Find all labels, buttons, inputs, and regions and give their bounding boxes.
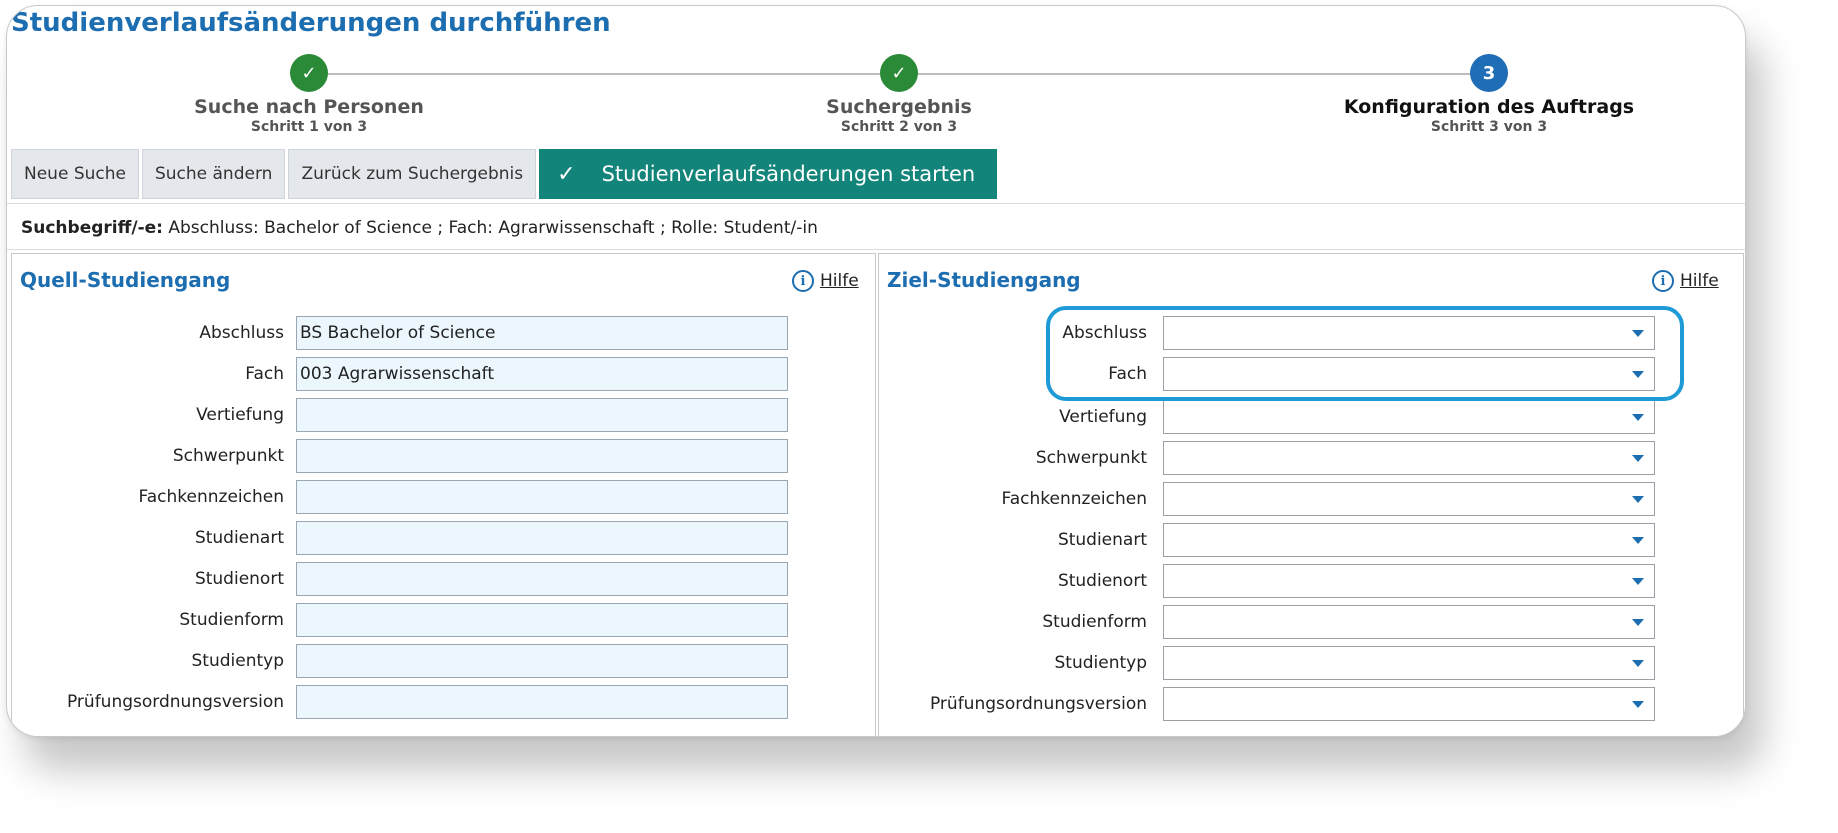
target-field-select[interactable] <box>1163 523 1655 557</box>
back-to-results-button[interactable]: Zurück zum Suchergebnis <box>288 149 537 199</box>
source-field-label: Studienform <box>179 610 284 630</box>
search-terms-text: Abschluss: Bachelor of Science ; Fach: A… <box>168 218 818 238</box>
source-field-label: Prüfungsordnungsversion <box>66 692 284 712</box>
change-search-button[interactable]: Suche ändern <box>141 149 286 199</box>
target-field-label: Studienart <box>1057 530 1147 550</box>
main-card: Studienverlaufsänderungen durchführen ✓ … <box>6 5 1746 737</box>
page-title: Studienverlaufsänderungen durchführen <box>11 8 611 38</box>
target-field-label: Schwerpunkt <box>1035 448 1147 468</box>
target-field-select[interactable] <box>1163 646 1655 680</box>
help-label: Hilfe <box>820 271 859 291</box>
step-2-label: Suchergebnis <box>826 96 972 118</box>
divider <box>7 203 1745 204</box>
source-field-value[interactable]: BS Bachelor of Science <box>296 316 788 350</box>
target-field-label: Studienform <box>1042 612 1147 632</box>
source-field-value[interactable]: 003 Agrarwissenschaft <box>296 357 788 391</box>
step-3: 3 Konfiguration des Auftrags Schritt 3 v… <box>1289 54 1689 135</box>
target-field-select[interactable] <box>1163 687 1655 721</box>
target-field-select[interactable] <box>1163 564 1655 598</box>
source-field-label: Abschluss <box>199 323 284 343</box>
source-field-label: Studienort <box>194 569 284 589</box>
source-field-label: Vertiefung <box>196 405 284 425</box>
help-label: Hilfe <box>1680 271 1719 291</box>
step-3-number: 3 <box>1470 54 1508 92</box>
target-field-label: Fach <box>1108 364 1147 384</box>
search-terms-label: Suchbegriff/-e: <box>21 218 163 238</box>
source-field-value[interactable] <box>296 685 788 719</box>
source-field-label: Fachkennzeichen <box>138 487 284 507</box>
chevron-down-icon <box>1632 660 1644 667</box>
step-1: ✓ Suche nach Personen Schritt 1 von 3 <box>109 54 509 135</box>
chevron-down-icon <box>1632 414 1644 421</box>
source-help-link[interactable]: i Hilfe <box>792 270 859 292</box>
source-field-value[interactable] <box>296 644 788 678</box>
chevron-down-icon <box>1632 619 1644 626</box>
target-field-label: Prüfungsordnungsversion <box>929 694 1147 714</box>
source-panel: Quell-Studiengang i Hilfe Abschluss BS Ba… <box>11 253 876 736</box>
step-1-sub: Schritt 1 von 3 <box>250 119 368 135</box>
source-field-value[interactable] <box>296 398 788 432</box>
source-field-label: Studientyp <box>191 651 285 671</box>
chevron-down-icon <box>1632 455 1644 462</box>
check-icon: ✓ <box>880 54 918 92</box>
source-field-value[interactable] <box>296 439 788 473</box>
source-field-label: Fach <box>245 364 284 384</box>
target-panel-title: Ziel-Studiengang <box>887 268 1081 292</box>
search-terms: Suchbegriff/-e: Abschluss: Bachelor of S… <box>21 218 818 238</box>
check-icon: ✓ <box>290 54 328 92</box>
source-field-value[interactable] <box>296 480 788 514</box>
chevron-down-icon <box>1632 578 1644 585</box>
step-3-sub: Schritt 3 von 3 <box>1430 119 1548 135</box>
info-icon: i <box>1652 270 1674 292</box>
source-panel-title: Quell-Studiengang <box>20 268 231 292</box>
target-field-select[interactable] <box>1163 605 1655 639</box>
toolbar: Neue Suche Suche ändern Zurück zum Suche… <box>11 149 998 199</box>
step-2: ✓ Suchergebnis Schritt 2 von 3 <box>699 54 1099 135</box>
step-2-sub: Schritt 2 von 3 <box>840 119 958 135</box>
source-field-label: Studienart <box>194 528 284 548</box>
info-icon: i <box>792 270 814 292</box>
source-field-value[interactable] <box>296 521 788 555</box>
target-field-label: Studientyp <box>1054 653 1148 673</box>
target-field-label: Studienort <box>1057 571 1147 591</box>
target-field-label: Abschluss <box>1062 323 1147 343</box>
target-field-select[interactable] <box>1163 400 1655 434</box>
new-search-button[interactable]: Neue Suche <box>11 149 139 199</box>
chevron-down-icon <box>1632 537 1644 544</box>
start-changes-button[interactable]: ✓ Studienverlaufsänderungen starten <box>539 149 998 199</box>
chevron-down-icon <box>1632 330 1644 337</box>
start-changes-label: Studienverlaufsänderungen starten <box>601 162 976 186</box>
target-field-select[interactable] <box>1163 357 1655 391</box>
target-field-select[interactable] <box>1163 482 1655 516</box>
target-field-select[interactable] <box>1163 316 1655 350</box>
check-icon: ✓ <box>557 161 576 187</box>
target-help-link[interactable]: i Hilfe <box>1652 270 1719 292</box>
target-panel: Ziel-Studiengang i Hilfe Abschluss Fach Ve… <box>878 253 1744 736</box>
source-field-value[interactable] <box>296 603 788 637</box>
step-1-label: Suche nach Personen <box>194 96 424 118</box>
source-field-label: Schwerpunkt <box>172 446 284 466</box>
target-field-label: Fachkennzeichen <box>1001 489 1147 509</box>
chevron-down-icon <box>1632 496 1644 503</box>
chevron-down-icon <box>1632 701 1644 708</box>
divider <box>7 249 1745 250</box>
target-field-label: Vertiefung <box>1059 407 1147 427</box>
source-field-value[interactable] <box>296 562 788 596</box>
target-field-select[interactable] <box>1163 441 1655 475</box>
step-3-label: Konfiguration des Auftrags <box>1343 96 1635 118</box>
chevron-down-icon <box>1632 371 1644 378</box>
